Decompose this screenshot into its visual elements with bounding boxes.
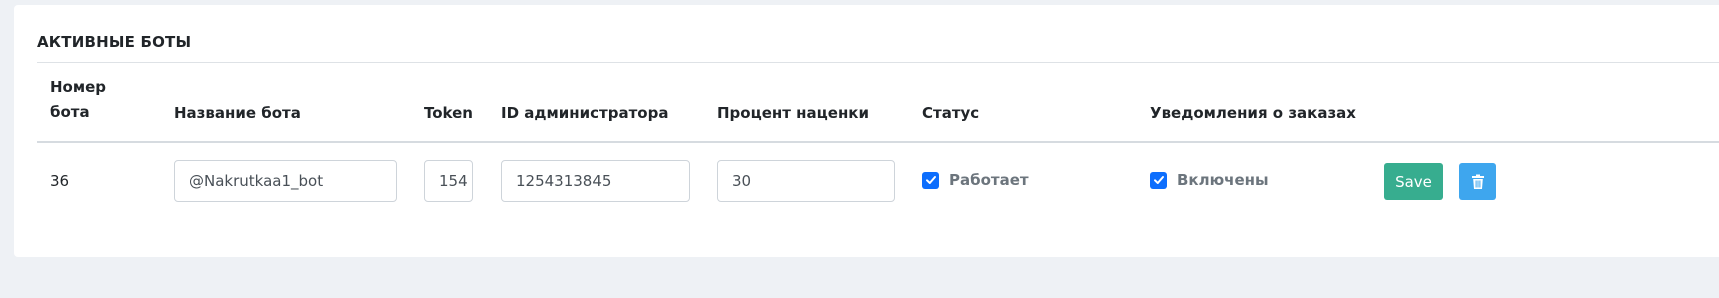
- header-status: Статус: [922, 104, 980, 122]
- header-notifications: Уведомления о заказах: [1150, 104, 1356, 122]
- header-markup: Процент наценки: [717, 104, 869, 122]
- delete-button[interactable]: [1459, 163, 1496, 200]
- active-bots-card: АКТИВНЫЕ БОТЫ Номер бота Название бота T…: [14, 5, 1719, 257]
- bot-number: 36: [50, 172, 70, 190]
- header-token: Token: [424, 104, 473, 122]
- status-label: Работает: [949, 171, 1029, 189]
- notifications-checkbox[interactable]: [1150, 171, 1167, 189]
- header-number-line2: бота: [50, 103, 90, 121]
- token-value: 154: [439, 172, 468, 190]
- check-icon: [925, 176, 936, 184]
- header-divider: [37, 141, 1719, 143]
- notifications-label: Включены: [1177, 171, 1269, 189]
- admin-id-input[interactable]: 1254313845: [501, 160, 690, 202]
- status-toggle[interactable]: Работает: [922, 171, 1029, 189]
- header-admin-id: ID администратора: [501, 104, 669, 122]
- title-divider: [37, 62, 1719, 63]
- admin-id-value: 1254313845: [516, 172, 612, 190]
- notifications-toggle[interactable]: Включены: [1150, 171, 1269, 189]
- bot-name-input[interactable]: @Nakrutkaa1_bot: [174, 160, 397, 202]
- header-number: Номер бота: [50, 75, 106, 125]
- save-button[interactable]: Save: [1384, 163, 1443, 200]
- markup-input[interactable]: 30: [717, 160, 895, 202]
- bot-name-value: @Nakrutkaa1_bot: [189, 172, 324, 190]
- header-bot-name: Название бота: [174, 104, 301, 122]
- header-number-line1: Номер: [50, 78, 107, 96]
- token-input[interactable]: 154: [424, 160, 473, 202]
- markup-value: 30: [732, 172, 752, 190]
- trash-icon: [1471, 174, 1484, 189]
- status-checkbox[interactable]: [922, 171, 939, 189]
- section-title: АКТИВНЫЕ БОТЫ: [37, 33, 192, 51]
- check-icon: [1153, 176, 1164, 184]
